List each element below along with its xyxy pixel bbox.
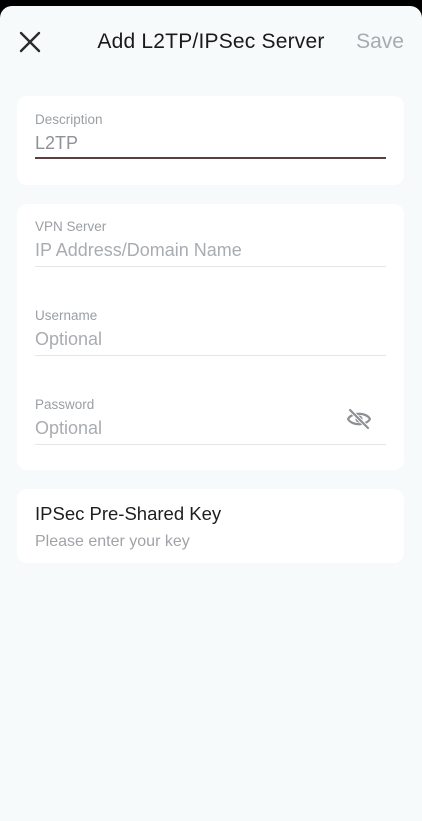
- password-input[interactable]: [35, 416, 335, 440]
- description-input[interactable]: [35, 131, 386, 155]
- psk-subtitle: Please enter your key: [35, 533, 190, 550]
- psk-card[interactable]: IPSec Pre-Shared Key Please enter your k…: [17, 489, 404, 563]
- description-field: Description: [35, 111, 386, 159]
- username-underline: [35, 355, 386, 356]
- psk-title: IPSec Pre-Shared Key: [35, 503, 222, 524]
- password-field: Password: [35, 396, 386, 445]
- close-icon: [19, 31, 41, 53]
- close-button[interactable]: [14, 26, 46, 58]
- header: Add L2TP/IPSec Server Save: [0, 6, 422, 80]
- vpn-server-field: VPN Server: [35, 218, 386, 267]
- vpn-server-label: VPN Server: [35, 219, 107, 234]
- vpn-server-underline: [35, 266, 386, 267]
- password-label: Password: [35, 397, 95, 412]
- username-label: Username: [35, 308, 98, 323]
- page-title: Add L2TP/IPSec Server: [97, 30, 325, 53]
- save-button[interactable]: Save: [356, 30, 404, 54]
- description-card: Description: [17, 96, 404, 185]
- description-label: Description: [35, 112, 103, 127]
- username-input[interactable]: [35, 327, 386, 351]
- password-visibility-toggle[interactable]: [346, 408, 372, 430]
- server-card: VPN Server Username Password: [17, 204, 404, 470]
- description-underline: [35, 157, 386, 159]
- screen: Add L2TP/IPSec Server Save Description V…: [0, 6, 422, 821]
- eye-off-icon: [346, 408, 372, 430]
- password-underline: [35, 444, 386, 445]
- vpn-server-input[interactable]: [35, 238, 386, 262]
- username-field: Username: [35, 307, 386, 356]
